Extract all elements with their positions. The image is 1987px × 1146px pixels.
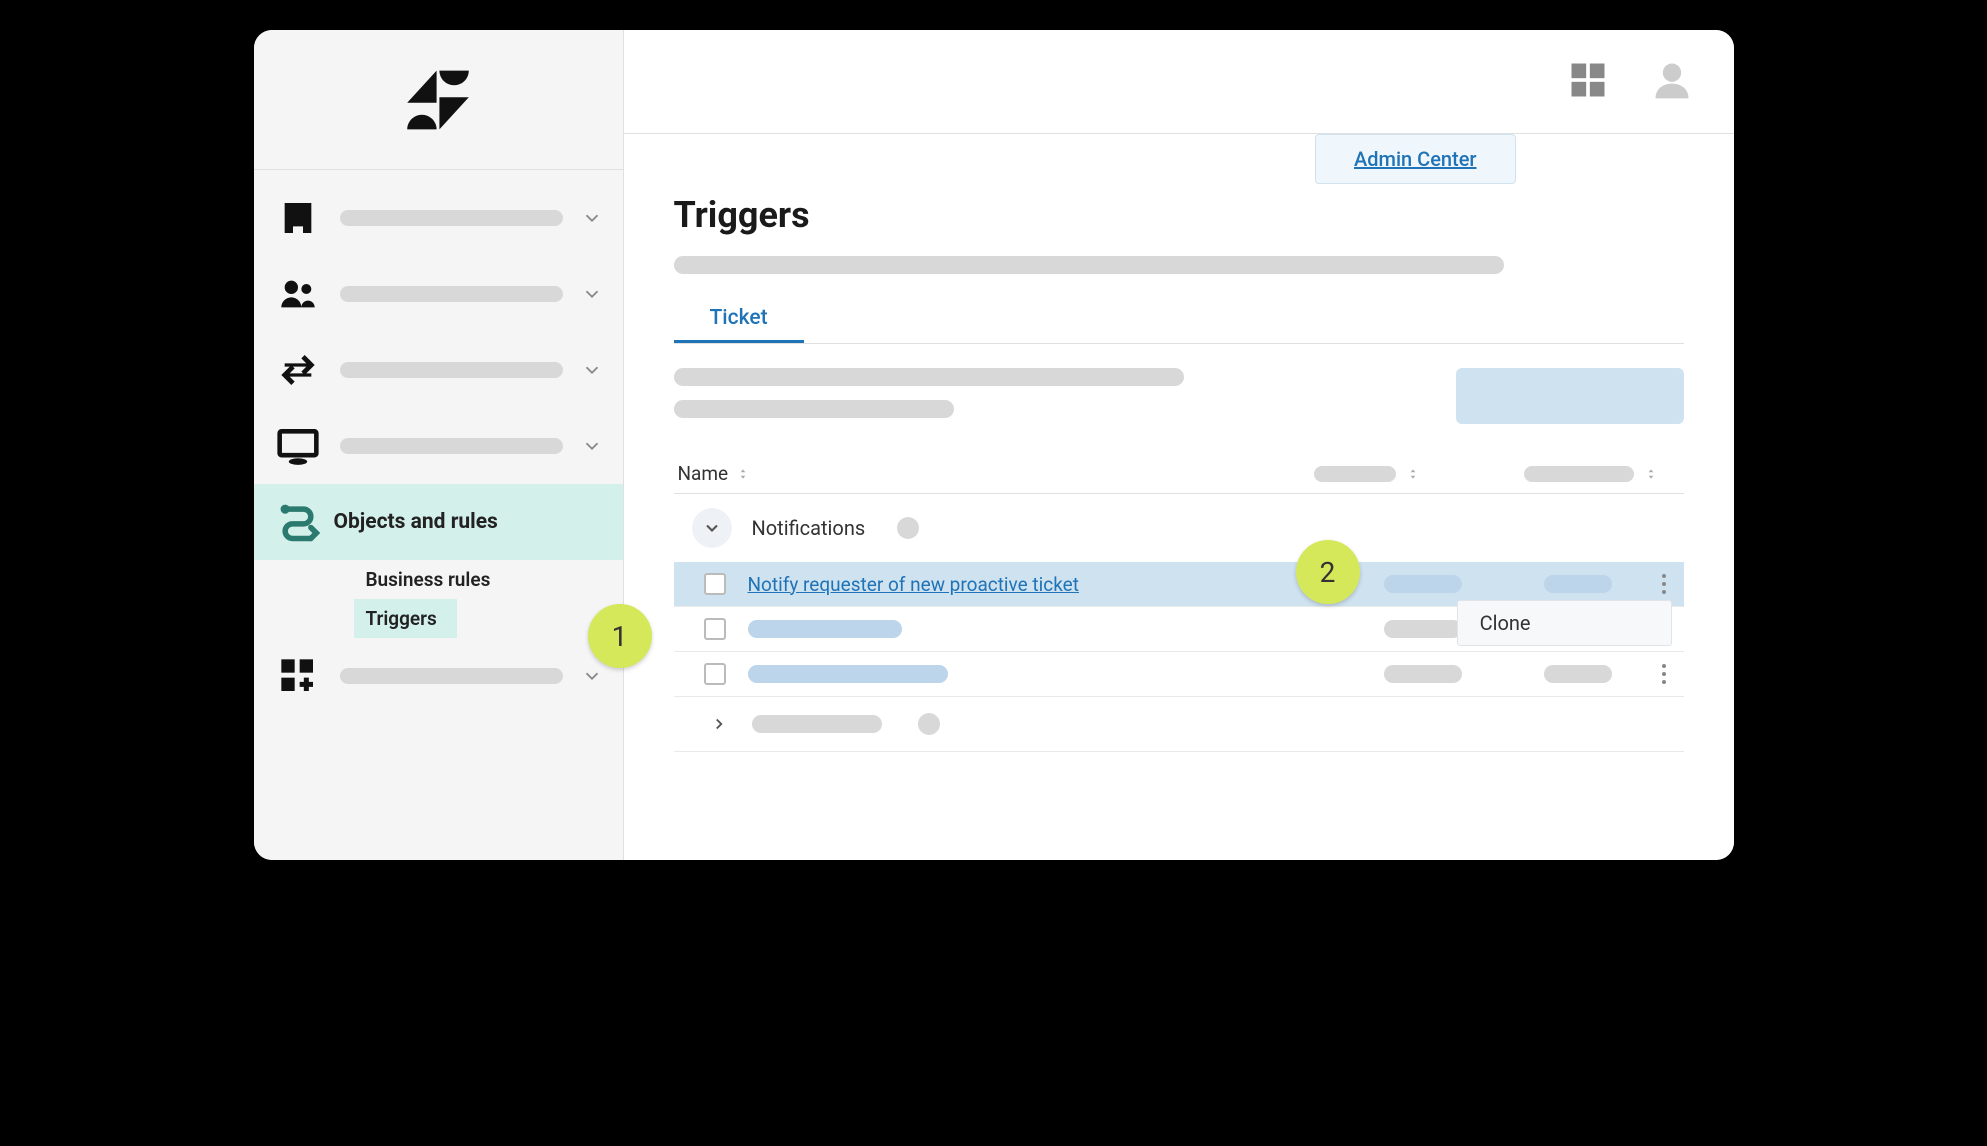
column-header-placeholder xyxy=(1314,466,1396,482)
column-placeholder[interactable] xyxy=(1314,466,1444,482)
workflow-icon xyxy=(274,498,322,546)
nav-label-placeholder xyxy=(340,210,563,226)
admin-center-tooltip: Admin Center xyxy=(1315,134,1516,184)
collapse-button[interactable] xyxy=(692,508,732,548)
apps-launcher-icon[interactable] xyxy=(1566,58,1610,106)
sidebar: Objects and rules Business rules Trigger… xyxy=(254,30,624,860)
nav-item-people[interactable] xyxy=(254,256,623,332)
nav-label: Objects and rules xyxy=(334,510,603,534)
column-name[interactable]: Name xyxy=(674,462,1314,485)
cell-placeholder xyxy=(748,620,902,638)
sort-icon xyxy=(736,467,750,481)
nav-item-transfer[interactable] xyxy=(254,332,623,408)
group-label: Notifications xyxy=(752,516,866,540)
nav-label-placeholder xyxy=(340,362,563,378)
chevron-down-icon xyxy=(581,359,603,381)
main-content: Admin Center Triggers Ticket Name xyxy=(624,30,1734,860)
sort-icon xyxy=(1644,467,1658,481)
trigger-row[interactable]: Notify requester of new proactive ticket… xyxy=(674,562,1684,606)
group-label-placeholder xyxy=(752,715,882,733)
row-checkbox[interactable] xyxy=(704,663,726,685)
nav-item-objects-rules[interactable]: Objects and rules xyxy=(254,484,623,560)
zendesk-logo-icon xyxy=(403,65,473,135)
nav-item-apps[interactable] xyxy=(254,638,623,714)
tabs: Ticket xyxy=(674,296,1684,344)
filter-placeholder xyxy=(674,400,954,418)
group-row-collapsed[interactable] xyxy=(674,696,1684,752)
cell-placeholder xyxy=(748,665,948,683)
chevron-down-icon xyxy=(581,283,603,305)
column-placeholder[interactable] xyxy=(1524,466,1684,482)
trigger-row[interactable] xyxy=(674,651,1684,696)
cell-placeholder xyxy=(1384,665,1462,683)
callout-badge-1: 1 xyxy=(588,604,652,668)
chevron-right-icon xyxy=(710,715,728,733)
filter-placeholder xyxy=(674,368,1184,386)
nav-item-company[interactable] xyxy=(254,180,623,256)
nav-sub-triggers[interactable]: Triggers xyxy=(354,599,457,638)
filter-row xyxy=(674,344,1684,454)
page-title: Triggers xyxy=(674,194,1684,236)
sort-icon xyxy=(1406,467,1420,481)
people-icon xyxy=(274,270,322,318)
nav-label-placeholder xyxy=(340,668,563,684)
menu-item-clone[interactable]: Clone xyxy=(1457,600,1672,646)
cell-placeholder xyxy=(1544,575,1612,593)
nav-label-placeholder xyxy=(340,286,563,302)
nav-sub-business-rules[interactable]: Business rules xyxy=(254,560,623,599)
admin-center-link[interactable]: Admin Center xyxy=(1354,147,1477,171)
table-header: Name xyxy=(674,454,1684,494)
nav-list: Objects and rules Business rules Trigger… xyxy=(254,170,623,714)
chevron-down-icon xyxy=(581,435,603,457)
callout-badge-2: 2 xyxy=(1296,540,1360,604)
group-row-notifications: Notifications xyxy=(674,494,1684,562)
topbar xyxy=(624,30,1734,134)
apps-plus-icon xyxy=(274,652,322,700)
tab-ticket[interactable]: Ticket xyxy=(674,296,804,343)
count-badge xyxy=(897,517,919,539)
cell-placeholder xyxy=(1384,575,1462,593)
monitor-icon xyxy=(274,422,322,470)
row-menu-button[interactable] xyxy=(1652,572,1676,596)
filter-left xyxy=(674,368,1436,418)
nav-label-placeholder xyxy=(340,438,563,454)
column-header-placeholder xyxy=(1524,466,1634,482)
chevron-down-icon xyxy=(702,518,722,538)
trigger-link[interactable]: Notify requester of new proactive ticket xyxy=(748,573,1384,596)
chevron-down-icon xyxy=(581,207,603,229)
user-avatar-icon[interactable] xyxy=(1650,58,1694,106)
description-placeholder xyxy=(674,256,1504,274)
cell-placeholder xyxy=(1384,620,1462,638)
app-frame: Objects and rules Business rules Trigger… xyxy=(254,30,1734,860)
cell-placeholder xyxy=(1544,665,1612,683)
chevron-down-icon xyxy=(581,665,603,687)
logo-area xyxy=(254,30,623,170)
row-menu-button[interactable] xyxy=(1652,662,1676,686)
row-checkbox[interactable] xyxy=(704,618,726,640)
nav-item-monitor[interactable] xyxy=(254,408,623,484)
count-badge xyxy=(918,713,940,735)
row-checkbox[interactable] xyxy=(704,573,726,595)
arrows-icon xyxy=(274,346,322,394)
column-name-label: Name xyxy=(678,462,729,485)
building-icon xyxy=(274,194,322,242)
primary-action-placeholder[interactable] xyxy=(1456,368,1684,424)
content-area: Triggers Ticket Name xyxy=(624,134,1734,752)
nav-sub-items: Business rules Triggers xyxy=(254,560,623,638)
